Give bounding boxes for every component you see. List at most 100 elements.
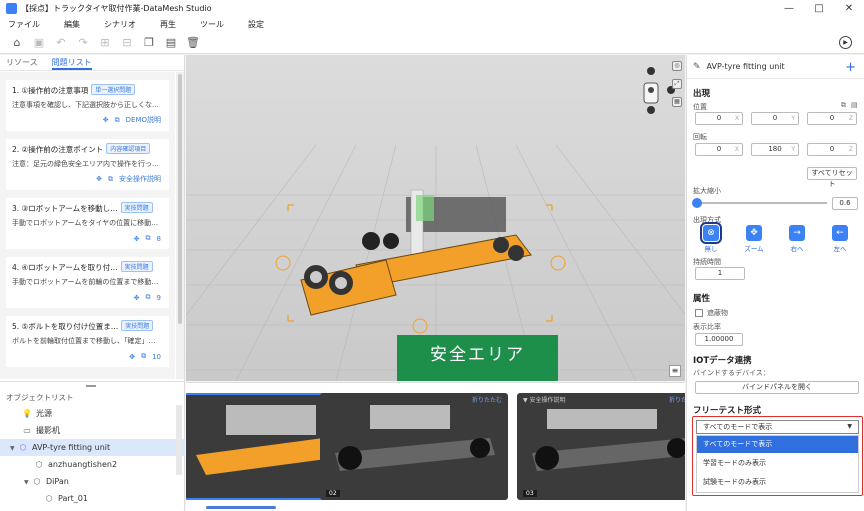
paste-icon[interactable]: ▤: [851, 101, 858, 109]
scale-slider-track[interactable]: [697, 202, 827, 204]
rotation-x-field[interactable]: 0X: [695, 143, 743, 156]
question-link[interactable]: 10: [152, 353, 161, 361]
delete-icon[interactable]: 🗑: [182, 34, 204, 52]
question-link[interactable]: 安全操作説明: [119, 174, 161, 184]
question-card[interactable]: 5. ⑤ボルトを取り付け位置ま… 実技問題 ボルトを前輪取付位置まで移動し、「確定…: [6, 316, 169, 367]
tree-node-dipan[interactable]: ▼ ⬡ DiPan: [0, 473, 185, 490]
scene-icon[interactable]: ⊞: [94, 34, 116, 52]
menu-play[interactable]: 再生: [160, 19, 176, 30]
reset-all-button[interactable]: すべてリセット: [807, 167, 857, 188]
position-z-field[interactable]: 0Z: [807, 112, 857, 125]
question-link[interactable]: DEMO説明: [126, 115, 161, 125]
ratio-field[interactable]: 1.00000: [695, 333, 743, 346]
rotation-label: 回転: [693, 133, 707, 141]
display-mode-options: すべてのモードで表示 学習モードのみ表示 試験モードのみ表示: [696, 435, 859, 493]
chevron-down-icon[interactable]: ▼: [10, 440, 18, 457]
redo-icon[interactable]: ↷: [72, 34, 94, 52]
position-x-field[interactable]: 0X: [695, 112, 743, 125]
step-timeline: 折りたたむ 02 ▼ 安全操作説明 折りたたむ 03: [186, 382, 685, 511]
close-button[interactable]: ✕: [834, 0, 864, 17]
step-thumbnail[interactable]: ▼ 安全操作説明 折りたたむ 03: [517, 393, 685, 500]
scale-value-field[interactable]: 0.6: [832, 197, 858, 210]
list-icon[interactable]: ≡: [669, 365, 681, 377]
arrow-left-icon: ←: [832, 225, 848, 241]
move-icon[interactable]: ✥: [103, 116, 109, 124]
edit-icon[interactable]: ✎: [693, 62, 701, 72]
save-icon[interactable]: ▣: [28, 34, 50, 52]
camera-icon: ▭: [23, 426, 31, 435]
menu-file[interactable]: ファイル: [8, 19, 40, 30]
tree-node-avp[interactable]: ▼ ⬡ AVP-tyre fitting unit: [0, 439, 185, 456]
truck-chassis-model[interactable]: [186, 55, 685, 381]
question-badge: 実技問題: [121, 320, 154, 331]
move-icon[interactable]: ✥: [134, 235, 140, 243]
menu-edit[interactable]: 編集: [64, 19, 80, 30]
step-thumbnail[interactable]: 折りたたむ 02: [320, 393, 508, 500]
menu-tools[interactable]: ツール: [200, 19, 224, 30]
option-exam-mode[interactable]: 試験モードのみ表示: [697, 474, 858, 491]
undo-icon[interactable]: ↶: [50, 34, 72, 52]
paste-icon[interactable]: ▤: [160, 34, 182, 52]
scroll-thumb[interactable]: [178, 74, 182, 324]
question-card[interactable]: 2. ②操作前の注意ポイント 内容確認項目 注意：足元の緑色安全エリア内で操作を行…: [6, 139, 169, 190]
view-cube-gizmo[interactable]: [636, 65, 676, 115]
mode-none-button[interactable]: ⊗ 無し: [693, 222, 729, 253]
duration-field[interactable]: 1: [695, 267, 745, 280]
maximize-button[interactable]: □: [804, 0, 834, 17]
object-scrollbar[interactable]: [176, 405, 182, 475]
tree-node-light[interactable]: 💡 光源: [0, 405, 185, 422]
question-link[interactable]: 8: [157, 235, 161, 243]
question-link[interactable]: 9: [157, 294, 161, 302]
left-panel: リソース 問題リスト 1. ①操作前の注意事項 単一選択問題 注意事項を確認し、下…: [0, 55, 185, 511]
menu-settings[interactable]: 設定: [248, 19, 264, 30]
expand-icon[interactable]: ⤢: [672, 79, 682, 89]
question-title: 3. ③ロボットアームを移動し…: [12, 204, 118, 213]
chevron-down-icon[interactable]: ▼: [24, 474, 32, 491]
rotation-y-field[interactable]: 180 Y: [751, 143, 799, 156]
collapse-link[interactable]: 折りたたむ: [669, 395, 685, 404]
node-label: DiPan: [46, 477, 69, 486]
panel-splitter[interactable]: [0, 381, 184, 389]
copy-icon[interactable]: ❐: [138, 34, 160, 52]
move-icon[interactable]: ✥: [134, 294, 140, 302]
question-desc: 手動でロボットアームをタイヤの位置に移動…: [12, 219, 159, 227]
mode-left-button[interactable]: ← 左へ: [822, 225, 858, 253]
minimize-button[interactable]: —: [774, 0, 804, 17]
mode-zoom-button[interactable]: ✥ ズーム: [736, 225, 772, 253]
tree-node-anzhuang[interactable]: ⬡ anzhuangtishen2: [0, 456, 185, 473]
node-label: 撮影机: [36, 426, 60, 435]
scene-add-icon[interactable]: ⊟: [116, 34, 138, 52]
camera-icon[interactable]: ◎: [672, 61, 682, 71]
collapse-link[interactable]: 折りたたむ: [472, 395, 502, 404]
move-icon[interactable]: ✥: [129, 353, 135, 361]
display-mode-select[interactable]: すべてのモードで表示 ▼: [696, 420, 859, 434]
scale-slider-handle[interactable]: [692, 198, 702, 208]
tab-question-list[interactable]: 問題リスト: [51, 55, 92, 70]
layers-icon[interactable]: ▦: [672, 97, 682, 107]
add-icon[interactable]: +: [845, 60, 856, 75]
open-bind-panel-button[interactable]: バインドパネルを開く: [695, 381, 859, 394]
option-learning-mode[interactable]: 学習モードのみ表示: [697, 455, 858, 472]
play-icon[interactable]: ▶: [839, 36, 852, 49]
timeline-scrollbar[interactable]: [206, 506, 276, 509]
home-icon[interactable]: ⌂: [6, 34, 28, 52]
copy-icon[interactable]: ⧉: [841, 101, 846, 110]
rotation-z-field[interactable]: 0Z: [807, 143, 857, 156]
menu-scenario[interactable]: シナリオ: [104, 19, 136, 30]
question-card[interactable]: 4. ④ロボットアームを取り付… 実技問題 手動でロボットアームを前輪の位置まで移…: [6, 257, 169, 308]
scene-viewport[interactable]: 安全エリア ◎ ⤢ ▦ ≡: [186, 55, 685, 381]
tab-resources[interactable]: リソース: [6, 55, 38, 70]
title-bar: 【採点】トラックタイヤ取付作業-DataMesh Studio — □ ✕: [0, 0, 864, 17]
occluder-checkbox[interactable]: [695, 309, 703, 317]
mode-right-button[interactable]: → 右へ: [779, 225, 815, 253]
cube-icon: ⬡: [33, 477, 41, 486]
position-label: 位置: [693, 103, 707, 111]
move-icon[interactable]: ✥: [96, 175, 102, 183]
question-card[interactable]: 3. ③ロボットアームを移動し… 実技問題 手動でロボットアームをタイヤの位置に移…: [6, 198, 169, 249]
position-y-field[interactable]: 0Y: [751, 112, 799, 125]
tree-node-part01[interactable]: ⬡ Part_01: [0, 490, 185, 507]
question-card[interactable]: 1. ①操作前の注意事項 単一選択問題 注意事項を確認し、下記選択肢から正しくな……: [6, 80, 169, 131]
question-scrollbar[interactable]: [176, 72, 184, 379]
tree-node-camera[interactable]: ▭ 撮影机: [0, 422, 185, 439]
option-all-modes[interactable]: すべてのモードで表示: [697, 436, 858, 453]
